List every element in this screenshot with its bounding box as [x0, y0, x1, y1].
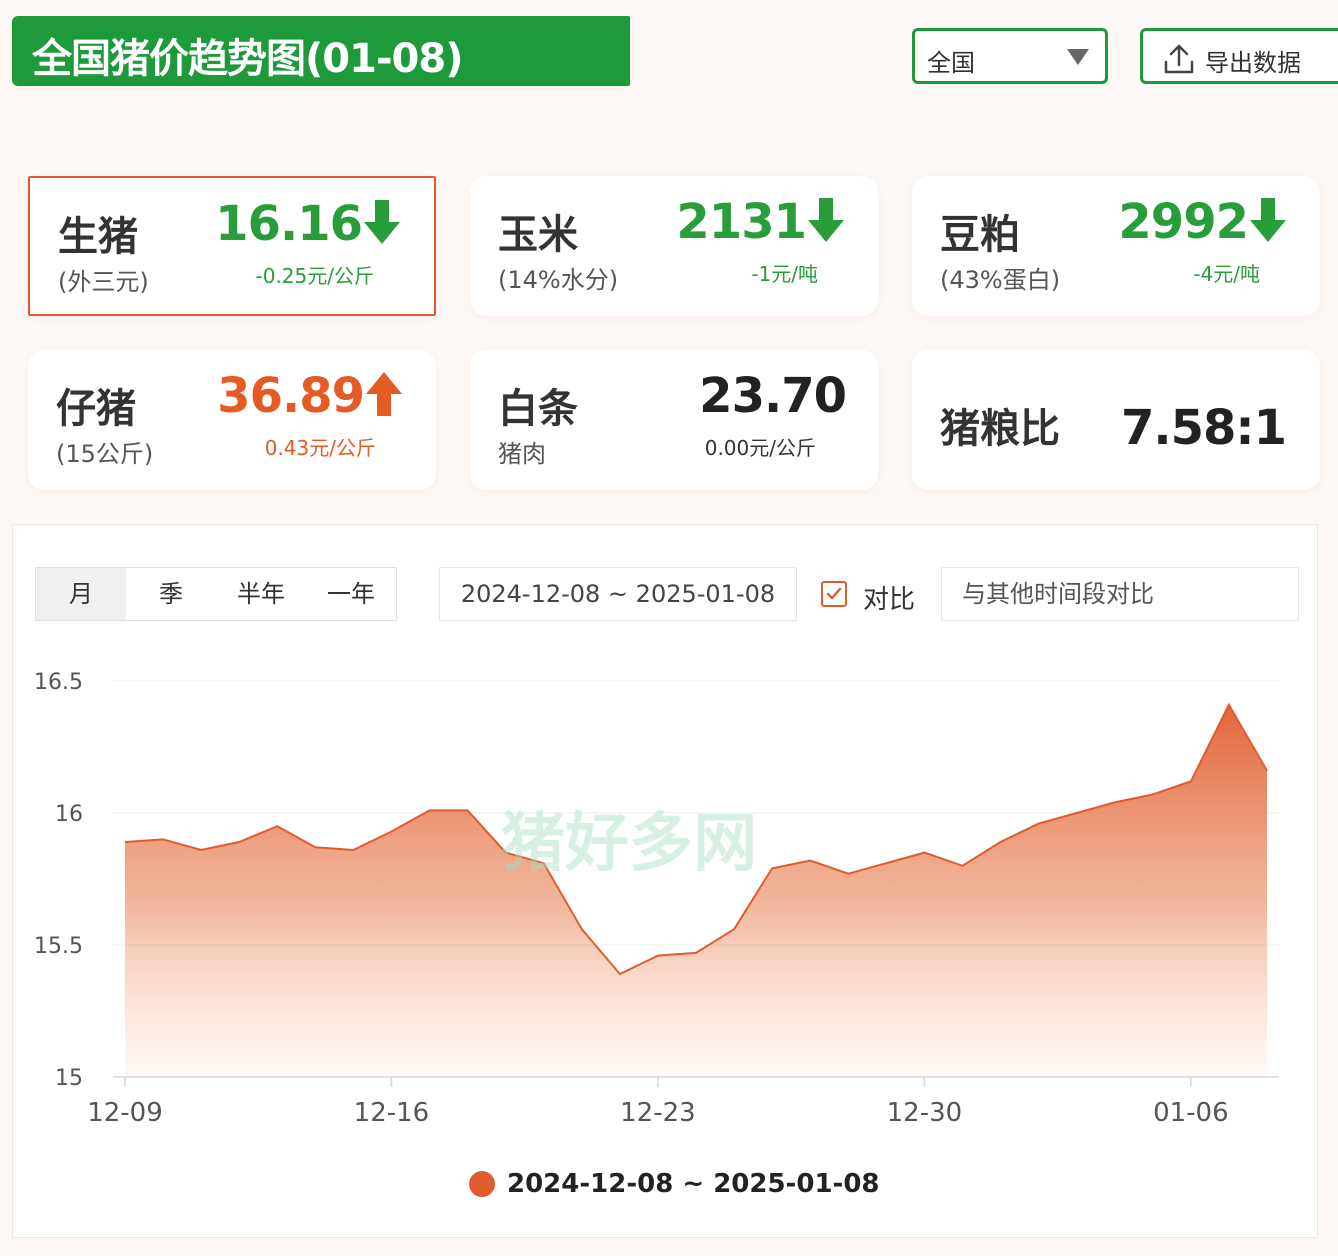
price-area-chart: 猪好多网 16.5 16 15.5 1512-09 12-16 12-23 12-30 01-… [34, 670, 1279, 1128]
card-name: 豆粕 [940, 212, 1020, 258]
card-name: 玉米 [498, 212, 578, 258]
legend-label[interactable]: 2024-12-08 ~ 2025-01-08 [507, 1169, 880, 1199]
card-piglet[interactable]: 仔猪 (15公斤) 36.89 0.43元/公斤 [28, 350, 436, 490]
y-tick-label: 15.5 [34, 934, 83, 959]
arrow-down-icon [1250, 198, 1286, 242]
region-select-value: 全国 [927, 49, 975, 77]
watermark-text: 猪好多网 [501, 807, 757, 881]
card-sub: (14%水分) [498, 266, 619, 294]
card-pork-carcass[interactable]: 白条 猪肉 23.70 0.00元/公斤 [470, 350, 878, 490]
card-change: 0.00元/公斤 [704, 436, 816, 460]
series-area [125, 704, 1267, 1077]
x-tick-label: 12-09 [87, 1098, 163, 1128]
card-name: 猪粮比 [940, 406, 1060, 452]
card-name: 白条 [498, 386, 578, 432]
page-title: 全国猪价趋势图(01-08) [32, 36, 463, 82]
card-corn[interactable]: 玉米 (14%水分) 2131 -1元/吨 [470, 176, 878, 316]
card-sub: (43%蛋白) [940, 266, 1061, 294]
x-tick-label: 12-23 [620, 1098, 696, 1128]
y-tick-label: 15 [55, 1066, 83, 1091]
y-tick-label: 16.5 [34, 670, 83, 695]
upload-icon [1164, 44, 1194, 74]
card-value: 23.70 [699, 368, 847, 424]
card-change: -4元/吨 [1193, 262, 1260, 286]
arrow-down-icon [364, 200, 400, 244]
card-sub: (外三元) [58, 268, 149, 296]
x-tick-label: 12-16 [354, 1098, 430, 1128]
card-soybean-meal[interactable]: 豆粕 (43%蛋白) 2992 -4元/吨 [912, 176, 1320, 316]
card-value: 2131 [676, 194, 807, 250]
dropdown-arrow-icon [1067, 49, 1089, 65]
legend-dot [469, 1171, 495, 1197]
card-live-hog[interactable]: 生猪 (外三元) 16.16 -0.25元/公斤 [28, 176, 436, 316]
x-tick-label: 12-30 [887, 1098, 963, 1128]
chart-panel: 月 季 半年 一年 2024-12-08 ~ 2025-01-08 对比 与其他… [12, 524, 1318, 1238]
arrow-down-icon [808, 198, 844, 242]
card-value: 2992 [1118, 194, 1249, 250]
card-name: 生猪 [58, 214, 138, 260]
card-value: 16.16 [215, 196, 363, 252]
card-change: -0.25元/公斤 [255, 264, 375, 288]
card-sub: (15公斤) [56, 440, 154, 468]
arrow-up-icon [366, 372, 402, 416]
card-value: 36.89 [217, 368, 365, 424]
card-change: -1元/吨 [751, 262, 818, 286]
y-tick-label: 16 [55, 802, 83, 827]
x-tick-label: 01-06 [1153, 1098, 1229, 1128]
region-select[interactable]: 全国 [912, 28, 1108, 84]
card-value: 7.58:1 [1120, 400, 1287, 456]
export-data-button[interactable]: 导出数据 [1140, 28, 1338, 84]
export-label: 导出数据 [1205, 49, 1301, 77]
card-sub: 猪肉 [498, 440, 546, 468]
card-change: 0.43元/公斤 [264, 436, 376, 460]
title-banner: 全国猪价趋势图(01-08) [12, 16, 630, 86]
card-hog-grain-ratio[interactable]: 猪粮比 7.58:1 [912, 350, 1320, 490]
card-name: 仔猪 [56, 386, 136, 432]
